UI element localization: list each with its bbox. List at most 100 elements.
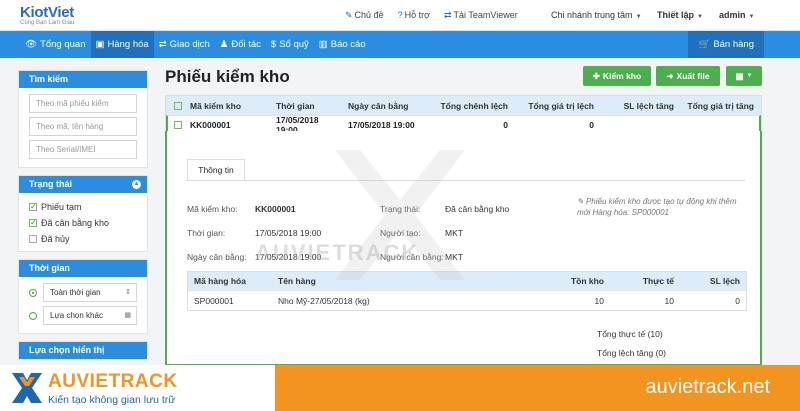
value-balancer: MKT — [445, 252, 463, 262]
row-code: KK000001 — [190, 119, 231, 130]
radio-selected-icon — [29, 288, 37, 297]
download-icon: ⇄ — [444, 10, 452, 20]
label-status: Trạng thái: — [380, 204, 421, 214]
table-header: Mã kiểm kho Thời gian Ngày cân bằng Tổng… — [166, 96, 761, 115]
calendar-icon: ▦ — [124, 312, 131, 319]
user-icon: ♟ — [219, 39, 229, 50]
col-balance-date[interactable]: Ngày cân bằng — [344, 101, 422, 111]
time-panel: Thời gian Toàn thời gian ⇕ Lựa chọn khác ▦ — [18, 259, 148, 334]
col-product-code: Mã hàng hóa — [194, 276, 246, 286]
time-panel-title: Thời gian — [19, 260, 147, 277]
search-code-input[interactable]: Theo mã phiếu kiểm — [29, 94, 137, 113]
search-panel-title: Tìm kiếm — [19, 71, 147, 88]
pencil-icon: ✎ — [577, 197, 586, 206]
export-file-button[interactable]: ➜ Xuất file — [656, 66, 720, 86]
label-time: Thời gian: — [187, 228, 226, 238]
status-panel-title: Trạng thái — [29, 179, 73, 189]
value-status: Đã cân bằng kho — [445, 204, 510, 214]
nav-partners[interactable]: ♟ Đối tác — [215, 31, 266, 58]
row-balance-date: 17/05/2018 19:00 — [348, 119, 415, 130]
box-icon: ▣ — [95, 39, 105, 50]
teamviewer-link[interactable]: ⇄ Tải TeamViewer — [444, 10, 518, 21]
select-arrow-icon: ⇕ — [125, 289, 131, 296]
total-increase: Tổng lệch tăng (0) — [597, 348, 666, 358]
collapse-icon[interactable]: ▲ — [132, 180, 141, 189]
col-total-increase[interactable]: Tổng giá trị tăng — [678, 101, 758, 111]
tab-divider — [185, 180, 745, 181]
tab-info[interactable]: Thông tin — [187, 159, 245, 181]
column-view-button[interactable]: ▦ ▼ — [726, 66, 762, 86]
support-link[interactable]: ? Hỗ trợ — [398, 10, 430, 21]
logo-text: KiotViet — [20, 4, 74, 21]
top-bar: KiotViet Cùng Bạn Làm Giàu ✎ Chủ đề ? Hỗ t… — [0, 0, 800, 31]
product-detail-table: Mã hàng hóa Tên hàng Tồn kho Thực tế SL … — [187, 271, 747, 311]
col-qty-diff: SL lệch — [709, 276, 740, 286]
product-row[interactable]: SP000001 Nho Mỹ-27/05/2018 (kg) 10 10 0 — [188, 290, 746, 310]
brand-tagline: Kiến tạo không gian lưu trữ — [48, 394, 176, 406]
col-product-name: Tên hàng — [278, 276, 316, 286]
label-code: Mã kiểm kho: — [187, 204, 238, 214]
sell-button[interactable]: 🛒 Bán hàng — [688, 31, 764, 58]
col-total-diff-value[interactable]: Tổng giá trị lệch — [512, 101, 598, 111]
product-table-header: Mã hàng hóa Tên hàng Tồn kho Thực tế SL … — [188, 272, 746, 290]
product-stock: 10 — [594, 295, 604, 306]
product-name: Nho Mỹ-27/05/2018 (kg) — [278, 295, 370, 306]
auto-created-note: ✎ Phiếu kiểm kho được tạo tự động khi th… — [577, 197, 737, 217]
col-total-diff[interactable]: Tổng chênh lệch — [422, 101, 512, 111]
display-panel: Lựa chọn hiển thị — [18, 341, 148, 360]
col-stock: Tồn kho — [570, 276, 604, 286]
stock-check-button[interactable]: ✚ Kiểm kho — [583, 66, 651, 86]
nav-overview[interactable]: 👁 Tổng quan — [20, 31, 91, 58]
theme-link[interactable]: ✎ Chủ đề — [345, 10, 384, 21]
chevron-down-icon: ▼ — [697, 14, 703, 20]
stock-check-table: Mã kiểm kho Thời gian Ngày cân bằng Tổng… — [165, 95, 762, 135]
value-code: KK000001 — [255, 204, 296, 214]
chart-icon: ▥ — [318, 39, 328, 50]
col-qty-increase[interactable]: SL lệch tăng — [598, 101, 678, 111]
select-all-checkbox[interactable] — [174, 101, 182, 110]
export-icon: ➜ — [666, 70, 674, 81]
status-balanced-checkbox[interactable]: ✓ Đã cân bằng kho — [29, 215, 137, 231]
cart-icon: 🛒 — [698, 39, 711, 50]
radio-empty-icon — [29, 311, 37, 320]
product-actual: 10 — [664, 295, 674, 306]
col-code[interactable]: Mã kiểm kho — [182, 101, 272, 111]
status-panel: Trạng thái ▲ ✓ Phiếu tạm ✓ Đã cân bằng kho … — [18, 175, 148, 252]
auvietrack-logo-icon — [12, 373, 42, 403]
main-nav: 👁 Tổng quan ▣ Hàng hóa ⇄ Giao dịch ♟ Đối tác… — [0, 31, 800, 58]
user-dropdown[interactable]: admin ▼ — [719, 10, 754, 20]
product-diff: 0 — [735, 295, 740, 306]
row-checkbox[interactable] — [174, 120, 182, 129]
check-icon: ✓ — [29, 202, 37, 211]
branch-dropdown[interactable]: Chi nhánh trung tâm ▼ — [551, 10, 642, 20]
display-panel-title: Lựa chọn hiển thị — [19, 342, 147, 359]
search-serial-input[interactable]: Theo Serial/IMEI — [29, 140, 137, 159]
nav-cashbook[interactable]: $ Sổ quỹ — [266, 31, 314, 58]
dollar-icon: $ — [270, 39, 277, 50]
value-creator: MKT — [445, 228, 463, 238]
product-code: SP000001 — [194, 295, 234, 306]
status-draft-checkbox[interactable]: ✓ Phiếu tạm — [29, 199, 137, 215]
logo-subtitle: Cùng Bạn Làm Giàu — [20, 20, 75, 26]
time-all-option[interactable]: Toàn thời gian ⇕ — [29, 283, 137, 302]
time-custom-option[interactable]: Lựa chọn khác ▦ — [29, 306, 137, 325]
website-link[interactable]: auvietrack.net — [645, 376, 770, 399]
kiotviet-logo[interactable]: KiotViet Cùng Bạn Làm Giàu — [20, 4, 74, 26]
brush-icon: ✎ — [345, 10, 353, 20]
eye-icon: 👁 — [25, 39, 38, 50]
footer-banner: AUVIETRACK Kiến tạo không gian lưu trữ a… — [0, 365, 800, 411]
row-total-diff: 0 — [503, 119, 508, 130]
nav-transactions[interactable]: ⇄ Giao dịch — [154, 31, 215, 58]
value-time: 17/05/2018 19:00 — [255, 228, 322, 238]
search-panel: Tìm kiếm Theo mã phiếu kiểm Theo mã, tên… — [18, 70, 148, 168]
check-icon: ✓ — [29, 218, 37, 227]
page-title: Phiếu kiểm kho — [165, 67, 290, 86]
grid-icon: ▦ — [735, 70, 744, 81]
nav-reports[interactable]: ▥ Báo cáo — [314, 31, 371, 58]
footer-brand-area: AUVIETRACK Kiến tạo không gian lưu trữ — [0, 365, 275, 411]
col-time[interactable]: Thời gian — [272, 101, 344, 111]
search-product-input[interactable]: Theo mã, tên hàng — [29, 117, 137, 136]
setup-dropdown[interactable]: Thiết lập ▼ — [657, 10, 703, 20]
nav-products[interactable]: ▣ Hàng hóa — [90, 31, 154, 58]
status-cancelled-checkbox[interactable]: Đã hủy — [29, 231, 137, 247]
